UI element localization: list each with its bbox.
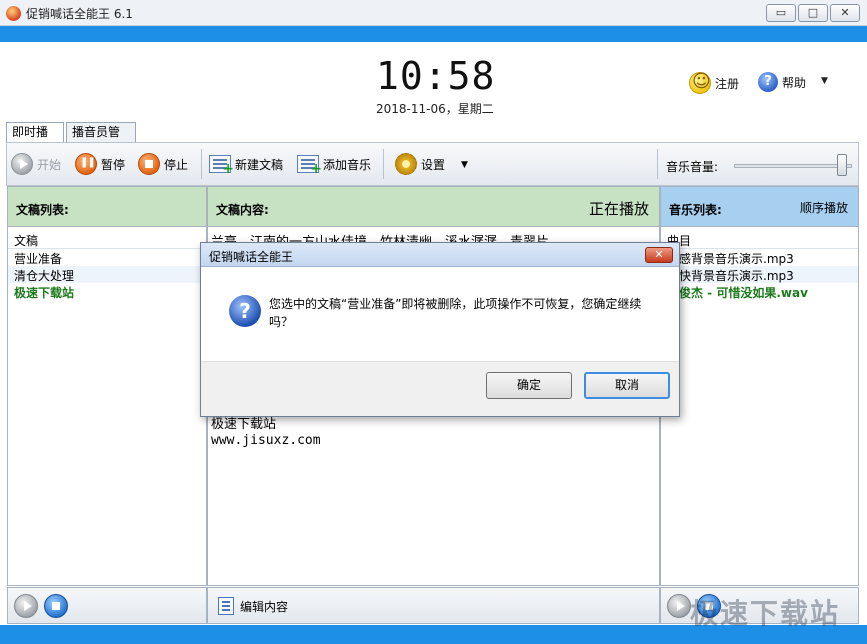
gear-icon bbox=[395, 153, 417, 175]
volume-slider-thumb[interactable] bbox=[836, 154, 847, 176]
tab-announcer-management[interactable]: 播音员管理 bbox=[66, 122, 136, 157]
header: 10:58 2018-11-06，星期二 注册 ? 帮助 ▼ bbox=[0, 42, 867, 120]
toolbar-divider bbox=[657, 149, 658, 179]
start-label: 开始 bbox=[37, 157, 62, 172]
track-column-header: 曲目 bbox=[661, 227, 858, 249]
music-list-title: 音乐列表: bbox=[669, 203, 722, 217]
tab-live-broadcast[interactable]: 即时播音 bbox=[6, 122, 64, 157]
close-button[interactable]: ✕ bbox=[830, 4, 860, 22]
watermark: 极速下载站 bbox=[690, 597, 841, 630]
dialog-title: 促销喊话全能王 bbox=[209, 250, 294, 264]
toolbar: 开始 暂停 停止 新建文稿 添加音乐 设置 ▼ 音乐音量: bbox=[6, 142, 859, 186]
edit-content-button[interactable]: 编辑内容 bbox=[218, 597, 288, 615]
stop-button[interactable]: 停止 bbox=[138, 153, 188, 175]
help-link[interactable]: ? 帮助 bbox=[758, 72, 806, 92]
add-music-button[interactable]: 添加音乐 bbox=[297, 153, 372, 177]
new-doc-label: 新建文稿 bbox=[235, 157, 284, 172]
play-document-button[interactable] bbox=[14, 594, 38, 618]
register-label: 注册 bbox=[715, 76, 740, 91]
document-list-header: 文稿列表: bbox=[8, 187, 206, 227]
edit-document-icon bbox=[218, 597, 234, 615]
pause-button[interactable]: 暂停 bbox=[75, 153, 125, 175]
play-icon bbox=[11, 153, 33, 175]
content-title: 文稿内容: bbox=[216, 203, 269, 217]
toolbar-divider bbox=[383, 149, 384, 179]
document-list-footer bbox=[7, 587, 207, 624]
stop-icon bbox=[138, 153, 160, 175]
dialog-message: 您选中的文稿“营业准备”即将被删除，此项操作不可恢复，您确定继续吗？ bbox=[269, 297, 642, 329]
add-music-label: 添加音乐 bbox=[323, 157, 372, 172]
smiley-icon bbox=[689, 71, 711, 94]
content-footer: 编辑内容 bbox=[207, 587, 660, 624]
settings-button[interactable]: 设置 bbox=[395, 153, 445, 175]
document-content-header: 文稿内容: 正在播放 bbox=[208, 187, 659, 227]
title-bar: 促销喊话全能王 6.1 ▭ □ ✕ bbox=[0, 0, 867, 26]
music-list-header: 音乐列表: 顺序播放 bbox=[661, 187, 858, 227]
dialog-footer: 确定 取消 bbox=[201, 361, 679, 416]
pause-label: 暂停 bbox=[101, 157, 126, 172]
cancel-button[interactable]: 取消 bbox=[584, 372, 670, 399]
play-mode[interactable]: 顺序播放 bbox=[800, 199, 848, 216]
dialog-body: ? 您选中的文稿“营业准备”即将被删除，此项操作不可恢复，您确定继续吗？ bbox=[201, 267, 679, 361]
clock-date: 2018-11-06，星期二 bbox=[376, 102, 494, 116]
list-item[interactable]: 林俊杰 - 可惜没如果.wav bbox=[661, 283, 858, 300]
stop-label: 停止 bbox=[164, 157, 189, 172]
pause-icon bbox=[75, 153, 97, 175]
confirm-delete-dialog: 促销喊话全能王 ✕ ? 您选中的文稿“营业准备”即将被删除，此项操作不可恢复，您… bbox=[200, 242, 680, 417]
volume-slider-track[interactable] bbox=[734, 164, 852, 168]
playing-status: 正在播放 bbox=[588, 200, 649, 218]
content-line: www.jisuxz.com bbox=[211, 433, 321, 448]
list-item[interactable]: 轻快背景音乐演示.mp3 bbox=[661, 266, 858, 283]
help-label: 帮助 bbox=[782, 75, 807, 90]
list-item[interactable]: 清仓大处理 bbox=[8, 266, 206, 283]
list-item[interactable]: 极速下载站 bbox=[8, 283, 206, 300]
music-list-panel: 音乐列表: 顺序播放 曲目 伤感背景音乐演示.mp3 轻快背景音乐演示.mp3 … bbox=[660, 186, 859, 586]
edit-content-label: 编辑内容 bbox=[240, 599, 289, 614]
toolbar-divider bbox=[201, 149, 202, 179]
new-doc-button[interactable]: 新建文稿 bbox=[209, 153, 284, 177]
window-title: 促销喊话全能王 6.1 bbox=[26, 7, 133, 21]
question-icon: ? bbox=[229, 295, 261, 327]
minimize-button[interactable]: ▭ bbox=[766, 4, 796, 22]
play-music-button[interactable] bbox=[667, 594, 691, 618]
help-icon: ? bbox=[758, 72, 778, 92]
stop-document-button[interactable] bbox=[44, 594, 68, 618]
document-column-header: 文稿 bbox=[8, 227, 206, 249]
list-item[interactable]: 营业准备 bbox=[8, 249, 206, 266]
document-list-panel: 文稿列表: 文稿 营业准备 清仓大处理 极速下载站 bbox=[7, 186, 207, 586]
new-document-icon bbox=[209, 155, 234, 177]
dialog-close-button[interactable]: ✕ bbox=[645, 247, 673, 263]
dialog-title-bar: 促销喊话全能王 ✕ bbox=[201, 243, 679, 267]
clock-time: 10:58 bbox=[376, 54, 496, 98]
chevron-down-icon[interactable]: ▼ bbox=[821, 76, 828, 86]
confirm-button[interactable]: 确定 bbox=[486, 372, 572, 399]
register-link[interactable]: 注册 bbox=[689, 71, 740, 94]
app-logo-icon bbox=[6, 6, 21, 21]
settings-dropdown-icon[interactable]: ▼ bbox=[461, 160, 468, 170]
settings-label: 设置 bbox=[421, 157, 446, 172]
add-music-icon bbox=[297, 155, 322, 177]
maximize-button[interactable]: □ bbox=[798, 4, 828, 22]
start-button[interactable]: 开始 bbox=[11, 153, 61, 175]
top-accent-bar bbox=[0, 26, 867, 42]
list-item[interactable]: 伤感背景音乐演示.mp3 bbox=[661, 249, 858, 266]
volume-label: 音乐音量: bbox=[666, 160, 719, 174]
